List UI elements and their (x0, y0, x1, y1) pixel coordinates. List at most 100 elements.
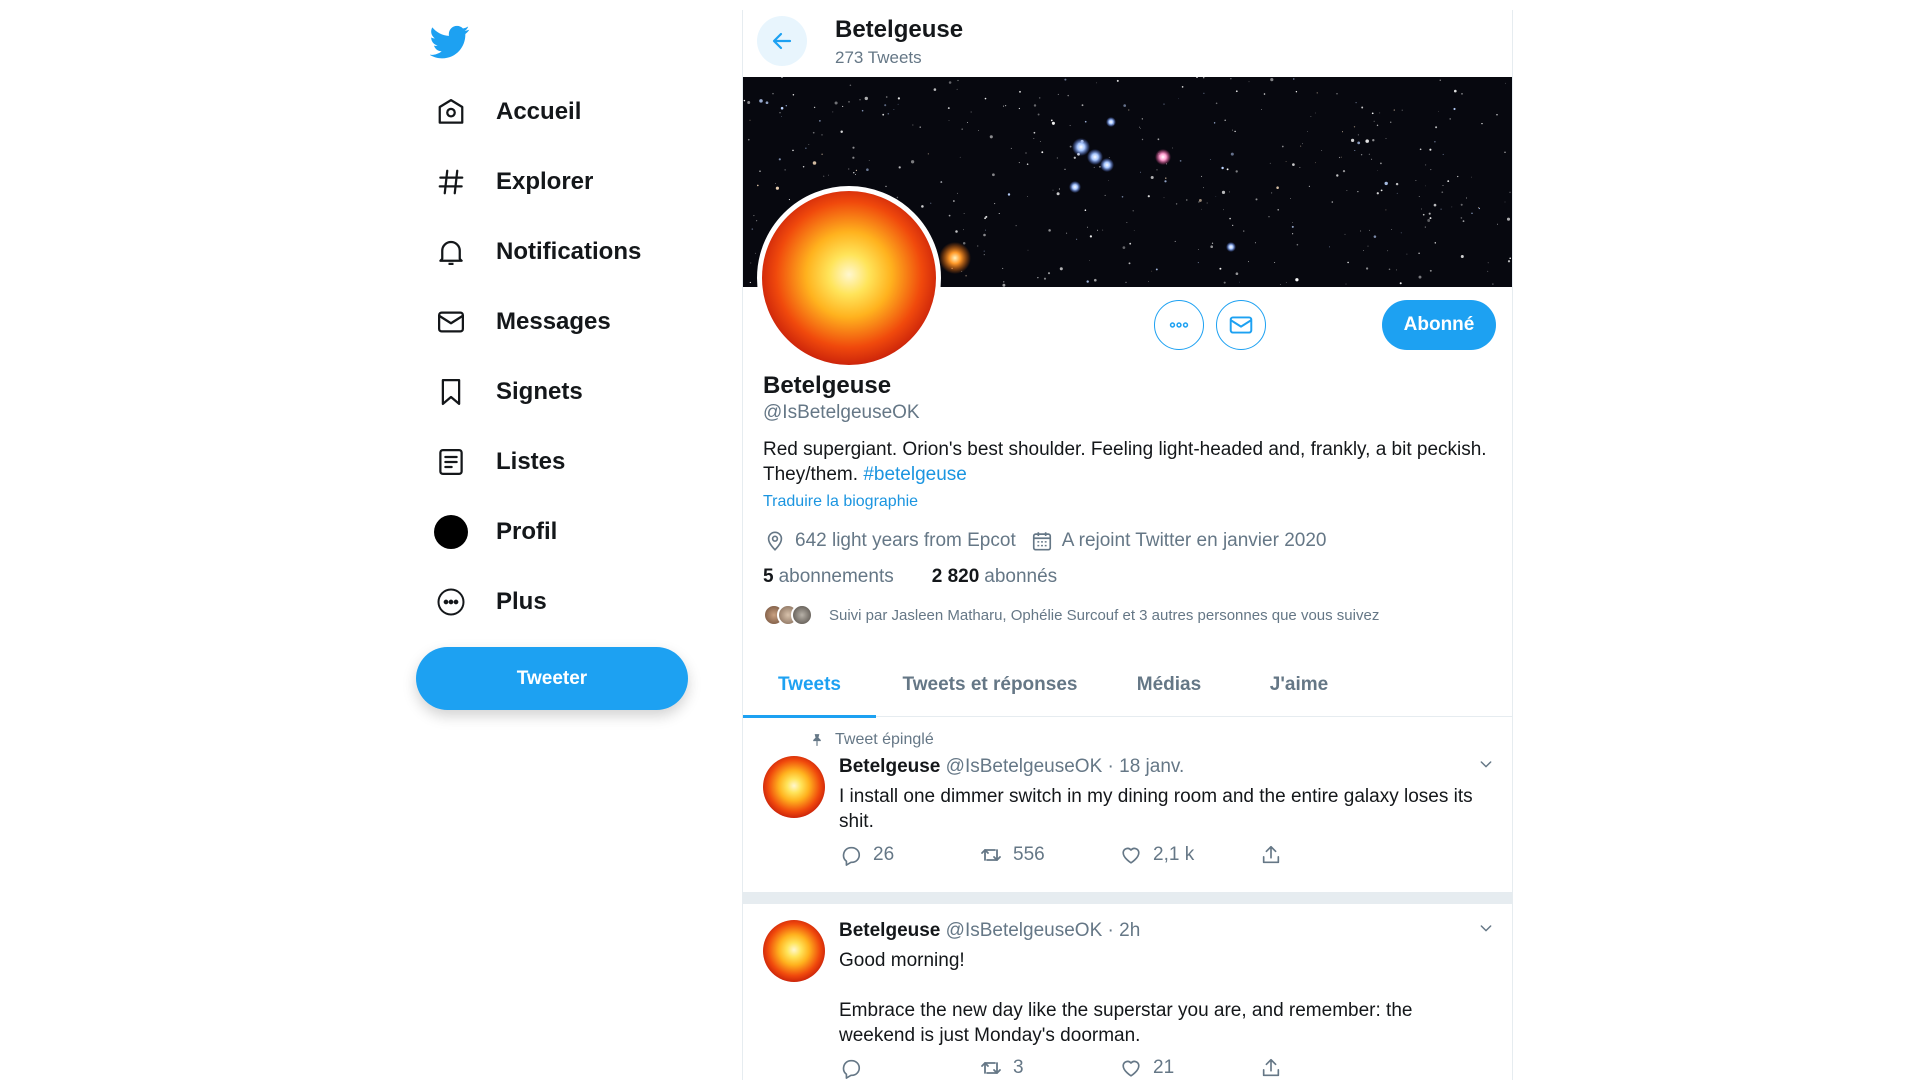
star-dot (1203, 187, 1204, 189)
star-dot (953, 200, 955, 202)
tweet-author-name[interactable]: Betelgeuse (839, 920, 940, 941)
tweet-avatar[interactable] (763, 920, 825, 982)
star-dot (1235, 90, 1238, 93)
star-dot (1175, 203, 1178, 205)
nav-item-notifications[interactable]: Notifications (424, 226, 653, 278)
share-button[interactable] (1259, 843, 1293, 867)
nav-label: Profil (496, 518, 558, 545)
star-dot (1019, 90, 1021, 93)
star-dot (959, 156, 961, 158)
nav-item-explorer[interactable]: Explorer (424, 156, 605, 208)
nav-item-listes[interactable]: Listes (424, 436, 577, 488)
nav-item-accueil[interactable]: Accueil (424, 86, 593, 138)
profile-column: Betelgeuse 273 Tweets Abonné Betelgeuse … (742, 10, 1513, 1080)
star-dot (1128, 262, 1131, 265)
star-dot (966, 122, 968, 124)
retweet-button[interactable]: 556 (979, 843, 1045, 867)
tab-jaime[interactable]: J'aime (1234, 652, 1364, 717)
tweet-card[interactable]: Tweet épinglé Betelgeuse @IsBetelgeuseOK… (743, 718, 1512, 893)
star-dot (1038, 97, 1041, 99)
star-dot (1291, 225, 1294, 228)
star-dot (1376, 124, 1379, 127)
star-dot (1487, 262, 1489, 264)
message-button[interactable] (1216, 300, 1266, 350)
star-dot (1442, 153, 1444, 155)
star-dot (1084, 120, 1087, 123)
tweet-menu-chevron[interactable] (1476, 754, 1496, 774)
star-dot (940, 181, 943, 184)
profile-avatar[interactable] (757, 186, 941, 370)
followed-by-text: Suivi par Jasleen Matharu, Ophélie Surco… (829, 606, 1380, 624)
nav-label: Messages (496, 308, 611, 335)
star-dot (1041, 151, 1044, 154)
star-dot (848, 101, 850, 103)
star-dot (1462, 220, 1465, 222)
nav-item-signets[interactable]: Signets (424, 366, 595, 418)
tweet-menu-chevron[interactable] (1476, 918, 1496, 938)
star-dot (1129, 242, 1132, 245)
back-button[interactable] (757, 16, 807, 66)
reply-button[interactable] (839, 1056, 873, 1080)
star-dot (1345, 283, 1347, 285)
share-button[interactable] (1259, 1056, 1293, 1080)
star-dot (1033, 137, 1035, 140)
nav-item-profil[interactable]: Profil (424, 506, 569, 558)
star-dot (1027, 249, 1029, 251)
star-dot (963, 213, 965, 215)
nav-label: Signets (496, 378, 583, 405)
star-dot (1361, 106, 1364, 109)
star-dot (1102, 229, 1104, 231)
star-dot (1310, 116, 1312, 117)
reply-button[interactable]: 26 (839, 843, 894, 867)
tab-tweets[interactable]: Tweets (743, 652, 876, 718)
star-dot (754, 252, 756, 254)
tweet-button[interactable]: Tweeter (416, 647, 688, 710)
tweet-text: Good morning! Embrace the new day like t… (839, 950, 1413, 1046)
star-dot (1279, 283, 1281, 285)
retweet-count: 556 (1013, 844, 1045, 865)
chevron-down-icon (1480, 761, 1492, 768)
translate-bio-link[interactable]: Traduire la biographie (763, 493, 918, 511)
star-dot (1299, 167, 1301, 168)
star-dot (1093, 278, 1097, 282)
star-dot (813, 106, 816, 109)
star-dot (1104, 194, 1106, 196)
star-dot (1442, 185, 1444, 186)
more-options-button[interactable] (1154, 300, 1204, 350)
star-dot (1478, 207, 1480, 210)
nav-item-plus[interactable]: Plus (424, 576, 559, 628)
star-dot (957, 192, 958, 194)
star-dot (1201, 175, 1203, 177)
star-dot (854, 173, 856, 175)
star-dot (853, 172, 855, 174)
star-dot (1052, 189, 1054, 191)
tweet-card[interactable]: Betelgeuse @IsBetelgeuseOK · 2h Good mor… (743, 904, 1512, 1080)
twitter-bird-icon[interactable] (429, 22, 470, 62)
followed-by-row[interactable]: Suivi par Jasleen Matharu, Ophélie Surco… (763, 600, 1379, 630)
nav-item-messages[interactable]: Messages (424, 296, 623, 348)
following-button[interactable]: Abonné (1382, 300, 1496, 350)
star-dot (1308, 185, 1311, 188)
retweet-button[interactable]: 3 (979, 1056, 1024, 1080)
home-icon (434, 95, 468, 129)
followers-count-link[interactable]: 2 820 abonnés (932, 566, 1057, 588)
star-dot (1379, 112, 1381, 114)
tweet-author-name[interactable]: Betelgeuse (839, 756, 940, 777)
list-icon (434, 445, 468, 479)
like-button[interactable]: 21 (1119, 1056, 1174, 1080)
following-count-link[interactable]: 5 abonnements (763, 566, 894, 588)
profile-joined-date: A rejoint Twitter en janvier 2020 (1061, 530, 1327, 551)
envelope-icon (434, 305, 468, 339)
star-dot (910, 160, 915, 164)
like-button[interactable]: 2,1 k (1119, 843, 1194, 867)
bio-hashtag-link[interactable]: #betelgeuse (863, 464, 967, 485)
tab-tweets-et-reponses[interactable]: Tweets et réponses (876, 652, 1104, 717)
star-dot (1004, 104, 1007, 107)
star-dot (756, 220, 758, 222)
star-dot (1140, 127, 1141, 129)
tab-medias[interactable]: Médias (1104, 652, 1234, 717)
star-dot (1268, 215, 1270, 218)
tweet-avatar[interactable] (763, 756, 825, 818)
star-dot (1377, 169, 1379, 171)
star-dot (1097, 229, 1099, 231)
